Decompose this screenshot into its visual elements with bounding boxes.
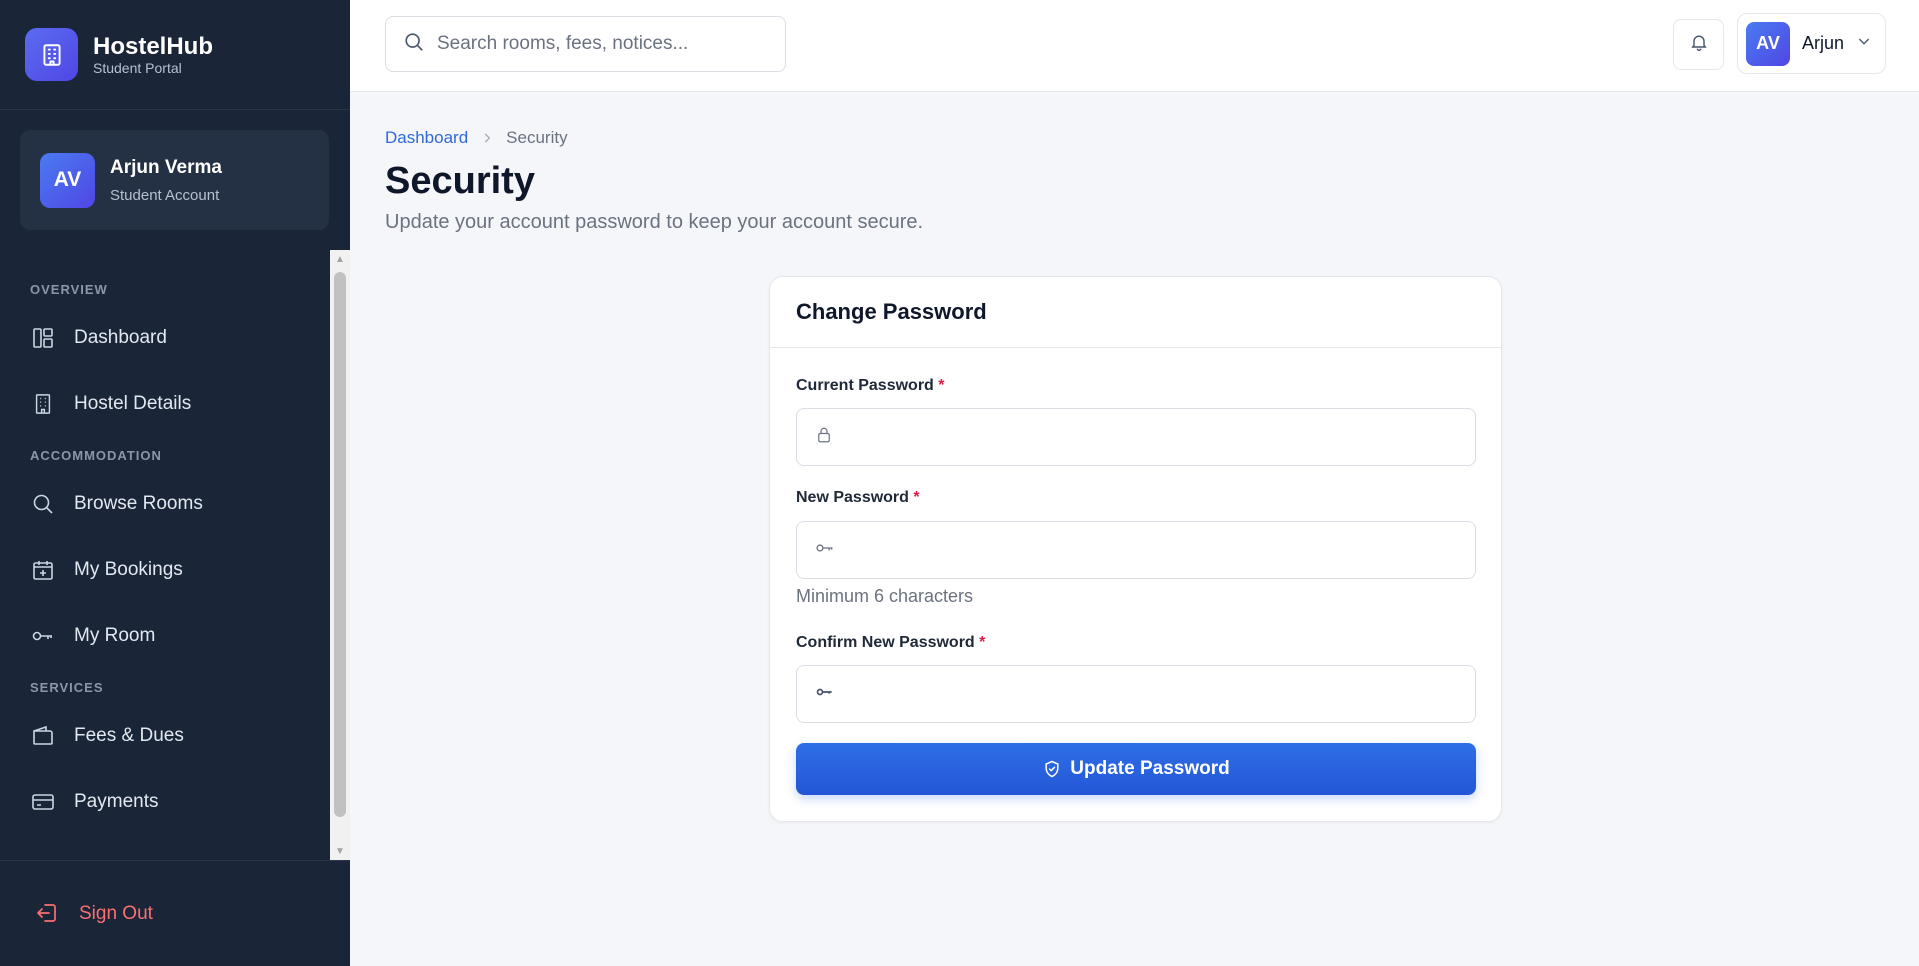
chevron-right-icon — [480, 131, 494, 145]
sidebar-item-dashboard[interactable]: Dashboard — [0, 305, 330, 371]
breadcrumb-current: Security — [506, 128, 568, 147]
sidebar-scrollbar[interactable]: ▲ ▼ — [330, 250, 350, 860]
key-icon — [30, 623, 56, 649]
search-icon — [403, 31, 425, 58]
nav-section-services: SERVICES — [30, 680, 104, 695]
sidebar: HostelHub Student Portal AV Arjun Verma … — [0, 0, 350, 966]
sidebar-nav: OVERVIEW Dashboard Hostel Details ACCOMM… — [0, 250, 330, 860]
sidebar-item-fees-dues[interactable]: Fees & Dues — [0, 703, 330, 769]
sidebar-item-my-bookings[interactable]: My Bookings — [0, 537, 330, 603]
sidebar-item-label: Browse Rooms — [74, 493, 203, 514]
brand-subtitle: Student Portal — [93, 59, 182, 76]
change-password-card: Change Password Current Password * New P… — [769, 276, 1502, 822]
sidebar-item-hostel-details[interactable]: Hostel Details — [0, 371, 330, 437]
sidebar-item-browse-rooms[interactable]: Browse Rooms — [0, 471, 330, 537]
sign-out-label: Sign Out — [79, 902, 153, 924]
profile-menu[interactable]: AV Arjun — [1737, 13, 1886, 74]
profile-name: Arjun — [1802, 33, 1845, 53]
confirm-password-label-text: Confirm New Password — [796, 634, 975, 651]
new-password-label-text: New Password — [796, 489, 909, 506]
nav-section-accommodation: ACCOMMODATION — [30, 448, 162, 463]
sidebar-item-label: Fees & Dues — [74, 725, 184, 746]
search-icon — [30, 491, 56, 517]
notifications-button[interactable] — [1673, 19, 1724, 70]
current-password-input[interactable] — [847, 426, 1467, 448]
brand[interactable]: HostelHub Student Portal — [0, 0, 350, 110]
current-password-label: Current Password * — [796, 377, 945, 395]
current-password-label-text: Current Password — [796, 377, 934, 394]
update-password-label: Update Password — [1070, 758, 1230, 779]
sidebar-item-label: Dashboard — [74, 327, 167, 348]
bell-icon — [1689, 32, 1709, 57]
logout-icon — [35, 901, 61, 927]
confirm-password-field[interactable] — [796, 665, 1476, 723]
credit-card-icon — [30, 789, 56, 815]
key-icon — [815, 682, 835, 707]
search-input[interactable] — [437, 33, 767, 55]
shield-check-icon — [1042, 759, 1062, 779]
scroll-thumb[interactable] — [334, 272, 346, 817]
search-box[interactable] — [385, 16, 786, 72]
new-password-input[interactable] — [849, 539, 1469, 561]
breadcrumb: Dashboard Security — [385, 128, 568, 148]
confirm-password-label: Confirm New Password * — [796, 634, 985, 652]
update-password-button[interactable]: Update Password — [796, 743, 1476, 795]
brand-name: HostelHub — [93, 32, 213, 60]
page-title: Security — [385, 160, 535, 202]
required-mark: * — [913, 489, 920, 506]
breadcrumb-dashboard-link[interactable]: Dashboard — [385, 128, 468, 148]
new-password-label: New Password * — [796, 489, 920, 507]
wallet-icon — [30, 723, 56, 749]
new-password-field[interactable] — [796, 521, 1476, 579]
sidebar-item-label: My Room — [74, 625, 156, 646]
page-subtitle: Update your account password to keep you… — [385, 211, 924, 233]
nav-section-overview: OVERVIEW — [30, 282, 108, 297]
required-mark: * — [979, 634, 986, 651]
sidebar-item-label: Payments — [74, 791, 159, 812]
user-card: AV Arjun Verma Student Account — [20, 130, 329, 230]
required-mark: * — [938, 377, 945, 394]
user-role: Student Account — [110, 186, 220, 204]
avatar: AV — [1746, 21, 1790, 66]
user-name: Arjun Verma — [110, 156, 222, 178]
scroll-up-arrow-icon[interactable]: ▲ — [330, 250, 350, 268]
card-title: Change Password — [770, 277, 1501, 348]
scroll-down-arrow-icon[interactable]: ▼ — [330, 842, 350, 860]
building-logo-icon — [25, 28, 78, 81]
sidebar-item-payments[interactable]: Payments — [0, 769, 330, 835]
key-icon — [815, 538, 835, 563]
sidebar-item-label: My Bookings — [74, 559, 183, 580]
lock-icon — [815, 426, 833, 449]
calendar-plus-icon — [30, 557, 56, 583]
sidebar-item-my-room[interactable]: My Room — [0, 603, 330, 669]
topbar: AV Arjun — [350, 0, 1919, 92]
current-password-field[interactable] — [796, 408, 1476, 466]
building-icon — [30, 391, 56, 417]
dashboard-icon — [30, 325, 56, 351]
new-password-hint: Minimum 6 characters — [796, 586, 974, 606]
chevron-down-icon — [1856, 33, 1872, 54]
avatar: AV — [40, 152, 95, 208]
sign-out-button[interactable]: Sign Out — [0, 860, 350, 966]
confirm-password-input[interactable] — [849, 683, 1469, 705]
sidebar-item-label: Hostel Details — [74, 393, 192, 414]
